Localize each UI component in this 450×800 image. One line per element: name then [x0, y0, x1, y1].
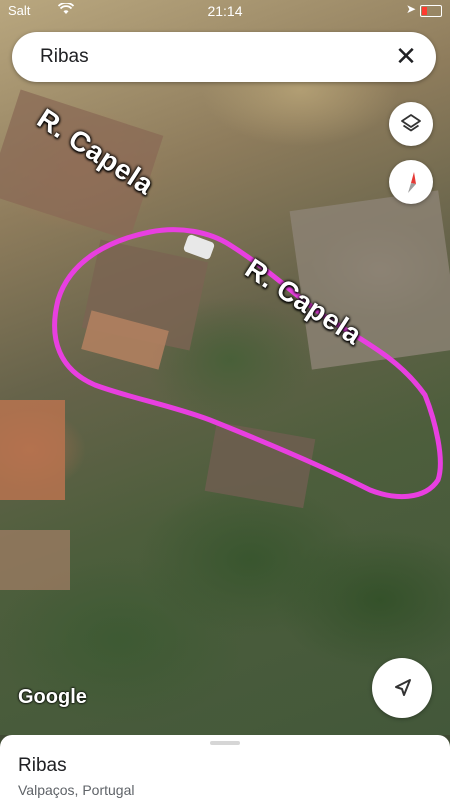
- clock: 21:14: [207, 3, 243, 19]
- place-subtitle: Valpaços, Portugal: [18, 782, 135, 798]
- google-attribution: Google: [18, 686, 87, 708]
- my-location-button[interactable]: [372, 658, 432, 718]
- satellite-map[interactable]: R. Capela R. Capela Google: [0, 0, 450, 735]
- search-query[interactable]: Ribas: [40, 46, 89, 68]
- location-services-icon: ➤: [405, 2, 416, 16]
- hand-drawn-outline: [52, 227, 443, 500]
- close-icon[interactable]: ✕: [392, 43, 420, 71]
- drag-handle[interactable]: [210, 741, 240, 745]
- place-name: Ribas: [18, 755, 67, 776]
- layers-icon: [401, 114, 421, 132]
- layers-button[interactable]: [389, 102, 433, 146]
- battery-icon: [420, 5, 442, 17]
- navigation-arrow-icon: [395, 679, 411, 696]
- status-bar: Salt 21:14 ➤: [0, 0, 450, 24]
- compass-button[interactable]: [389, 160, 433, 204]
- search-bar[interactable]: Ribas ✕: [12, 32, 436, 82]
- compass-icon: [408, 172, 416, 193]
- place-sheet[interactable]: Ribas Valpaços, Portugal: [0, 735, 450, 800]
